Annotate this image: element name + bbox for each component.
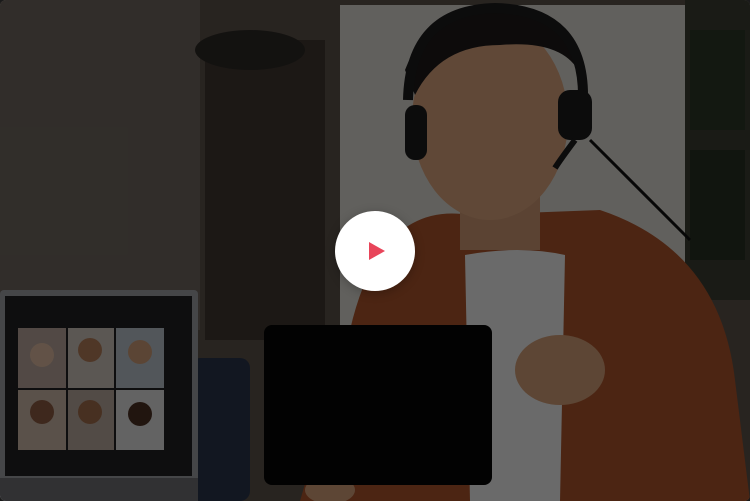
video-player[interactable] (0, 0, 750, 501)
play-button[interactable] (335, 211, 415, 291)
play-icon (369, 242, 385, 260)
